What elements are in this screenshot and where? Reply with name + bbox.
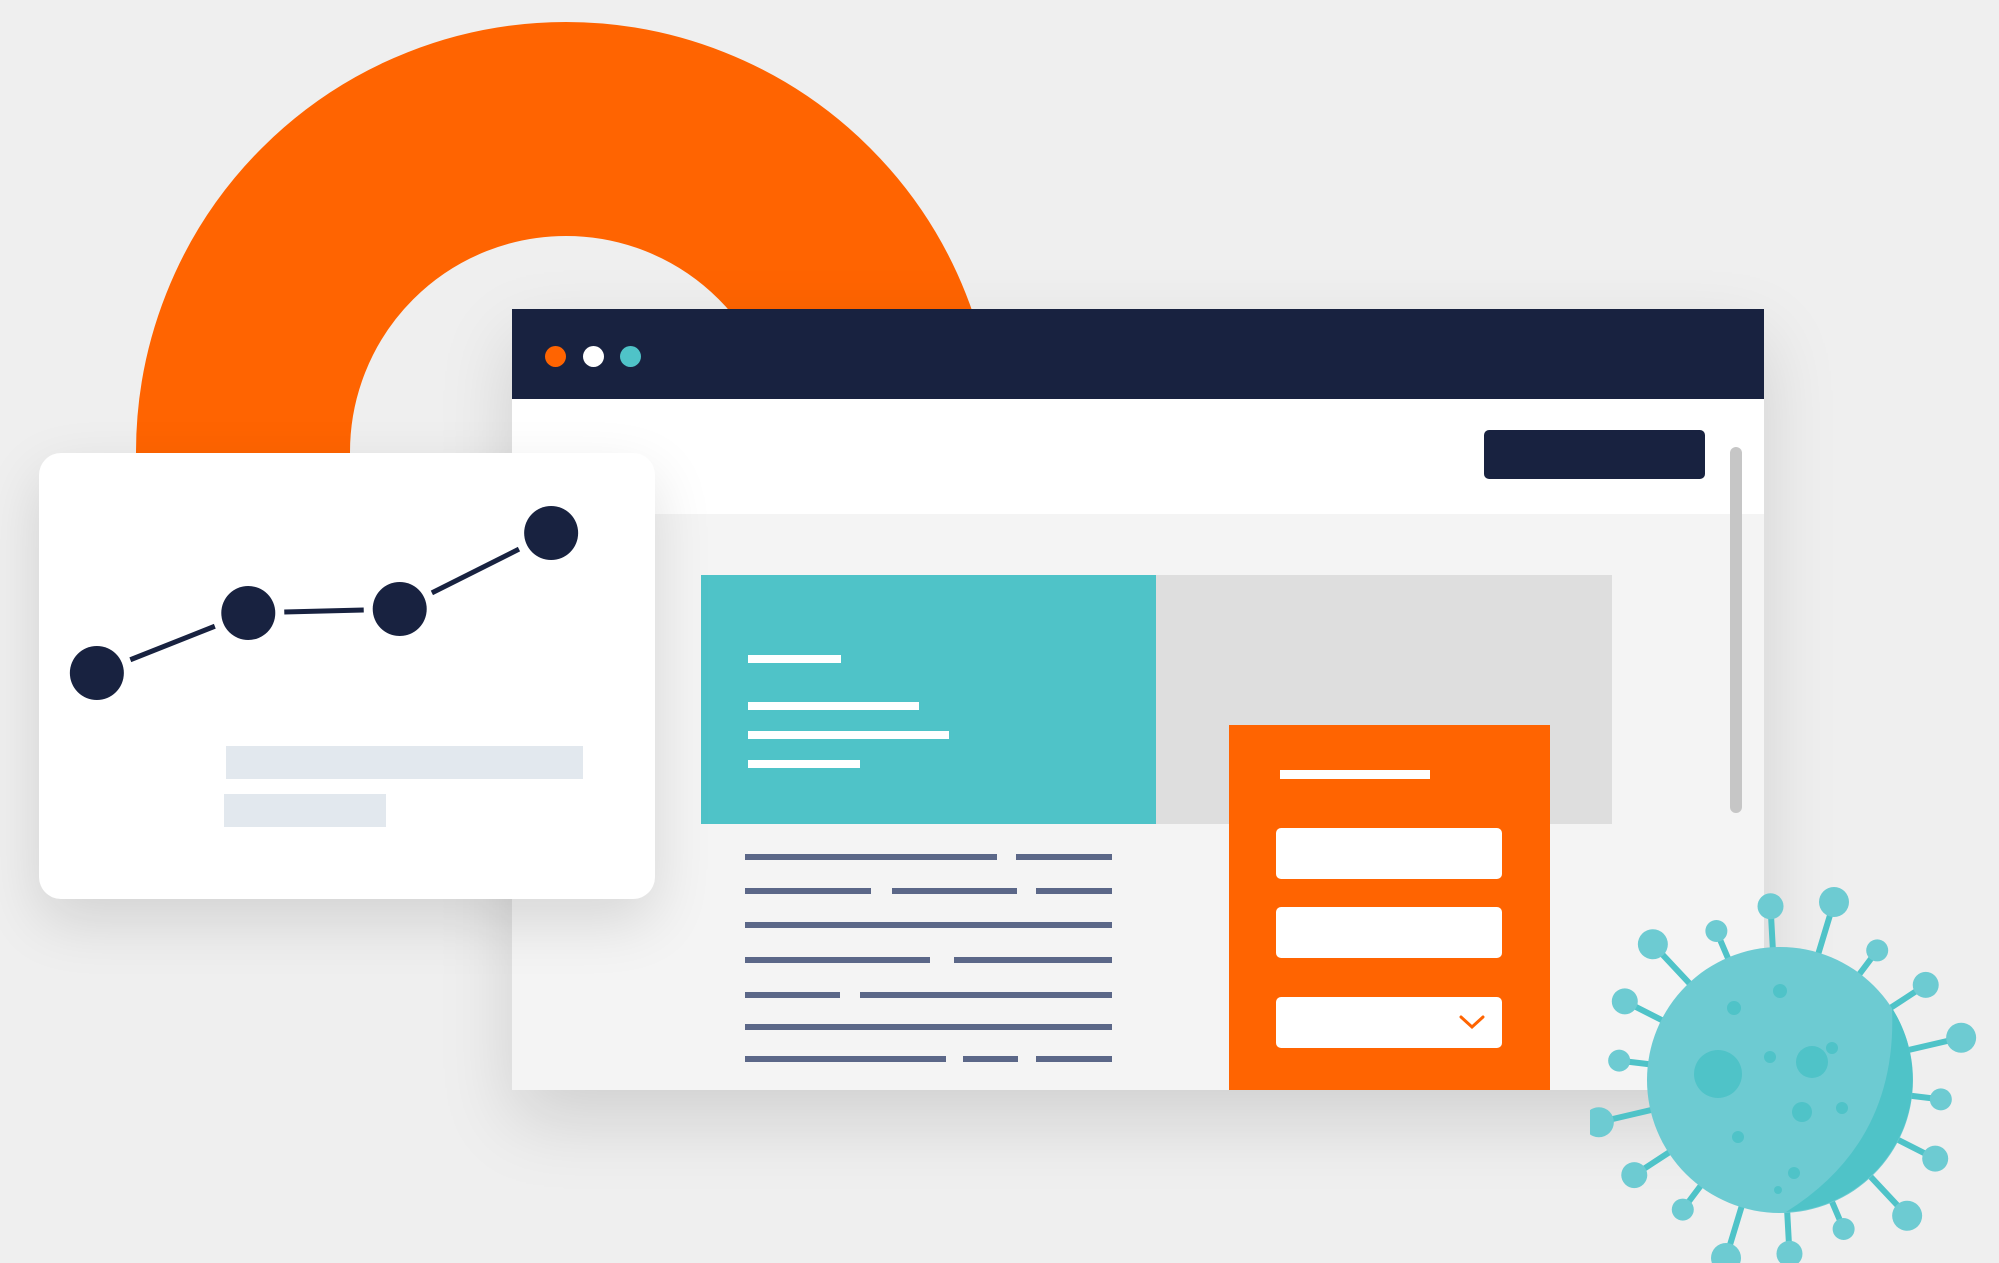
form-field-1[interactable] bbox=[1276, 828, 1502, 879]
chart-point bbox=[69, 646, 124, 700]
virus-spike-tip bbox=[1671, 1198, 1694, 1221]
scrollbar[interactable] bbox=[1730, 447, 1742, 813]
text-line bbox=[745, 1024, 1112, 1030]
virus-spike-tip bbox=[1637, 929, 1668, 960]
text-line bbox=[745, 992, 840, 998]
virus-spot bbox=[1773, 984, 1787, 998]
hero-text-line bbox=[748, 702, 919, 710]
hero-text-line bbox=[748, 731, 949, 739]
chart-caption-placeholder bbox=[224, 794, 386, 827]
virus-spike-tip bbox=[1866, 939, 1889, 962]
virus-spike-tip bbox=[1590, 1107, 1614, 1138]
text-line bbox=[745, 957, 930, 963]
close-dot[interactable] bbox=[545, 346, 566, 367]
text-line bbox=[892, 888, 1017, 894]
virus-spike-tip bbox=[1922, 1145, 1949, 1172]
virus-spot bbox=[1836, 1102, 1848, 1114]
virus-spike-tip bbox=[1929, 1088, 1952, 1111]
text-line bbox=[745, 854, 997, 860]
text-line bbox=[745, 922, 1112, 928]
browser-titlebar bbox=[512, 309, 1764, 399]
header-cta-button[interactable] bbox=[1484, 430, 1705, 479]
virus-spike-tip bbox=[1705, 920, 1728, 943]
chart-line-segment bbox=[129, 623, 216, 663]
virus-spot bbox=[1826, 1042, 1838, 1054]
virus-spot bbox=[1764, 1051, 1776, 1063]
text-line bbox=[963, 1056, 1018, 1062]
hero-heading-line bbox=[748, 655, 841, 663]
chart-caption-placeholder bbox=[226, 746, 583, 779]
chart-line-segment bbox=[284, 607, 364, 615]
virus-spike-tip bbox=[1912, 971, 1939, 998]
virus-spike-tip bbox=[1892, 1200, 1923, 1231]
virus-spike-tip bbox=[1711, 1242, 1742, 1263]
text-line bbox=[1036, 1056, 1112, 1062]
virus-spot bbox=[1727, 1001, 1741, 1015]
text-line bbox=[860, 992, 1112, 998]
virus-spike-tip bbox=[1946, 1022, 1977, 1053]
minimize-dot[interactable] bbox=[583, 346, 604, 367]
text-line bbox=[1016, 854, 1112, 860]
virus-spot bbox=[1774, 1186, 1782, 1194]
maximize-dot[interactable] bbox=[620, 346, 641, 367]
virus-spike-tip bbox=[1608, 1049, 1631, 1072]
virus-spike-tip bbox=[1776, 1240, 1803, 1263]
form-dropdown[interactable] bbox=[1276, 997, 1502, 1048]
text-line bbox=[1036, 888, 1112, 894]
text-line bbox=[745, 888, 871, 894]
text-line bbox=[745, 1056, 946, 1062]
form-field-2[interactable] bbox=[1276, 907, 1502, 958]
hero-text-line bbox=[748, 760, 860, 768]
virus-icon bbox=[1590, 887, 1977, 1263]
virus-spike-tip bbox=[1621, 1162, 1648, 1189]
illustration-stage bbox=[0, 0, 1999, 1263]
form-title bbox=[1280, 770, 1430, 779]
text-line bbox=[954, 957, 1112, 963]
hero-banner bbox=[701, 575, 1156, 824]
chart-point bbox=[221, 586, 276, 640]
chart-point bbox=[372, 582, 427, 636]
virus-spot bbox=[1792, 1102, 1812, 1122]
chart-line-segment bbox=[430, 546, 521, 596]
virus-spike-tip bbox=[1757, 893, 1784, 920]
chart-card bbox=[39, 453, 655, 899]
browser-window bbox=[512, 309, 1764, 1090]
virus-spot bbox=[1788, 1167, 1800, 1179]
line-chart bbox=[69, 506, 579, 700]
virus-spike-tip bbox=[1611, 988, 1638, 1015]
virus-spike-tip bbox=[1832, 1217, 1855, 1240]
chevron-down-icon bbox=[1459, 1015, 1485, 1030]
virus-spot bbox=[1732, 1131, 1744, 1143]
chart-point bbox=[524, 506, 579, 560]
virus-spike-tip bbox=[1818, 887, 1849, 918]
virus-spot bbox=[1694, 1050, 1742, 1098]
virus-spot bbox=[1796, 1046, 1828, 1078]
signup-form-card bbox=[1229, 725, 1550, 1090]
